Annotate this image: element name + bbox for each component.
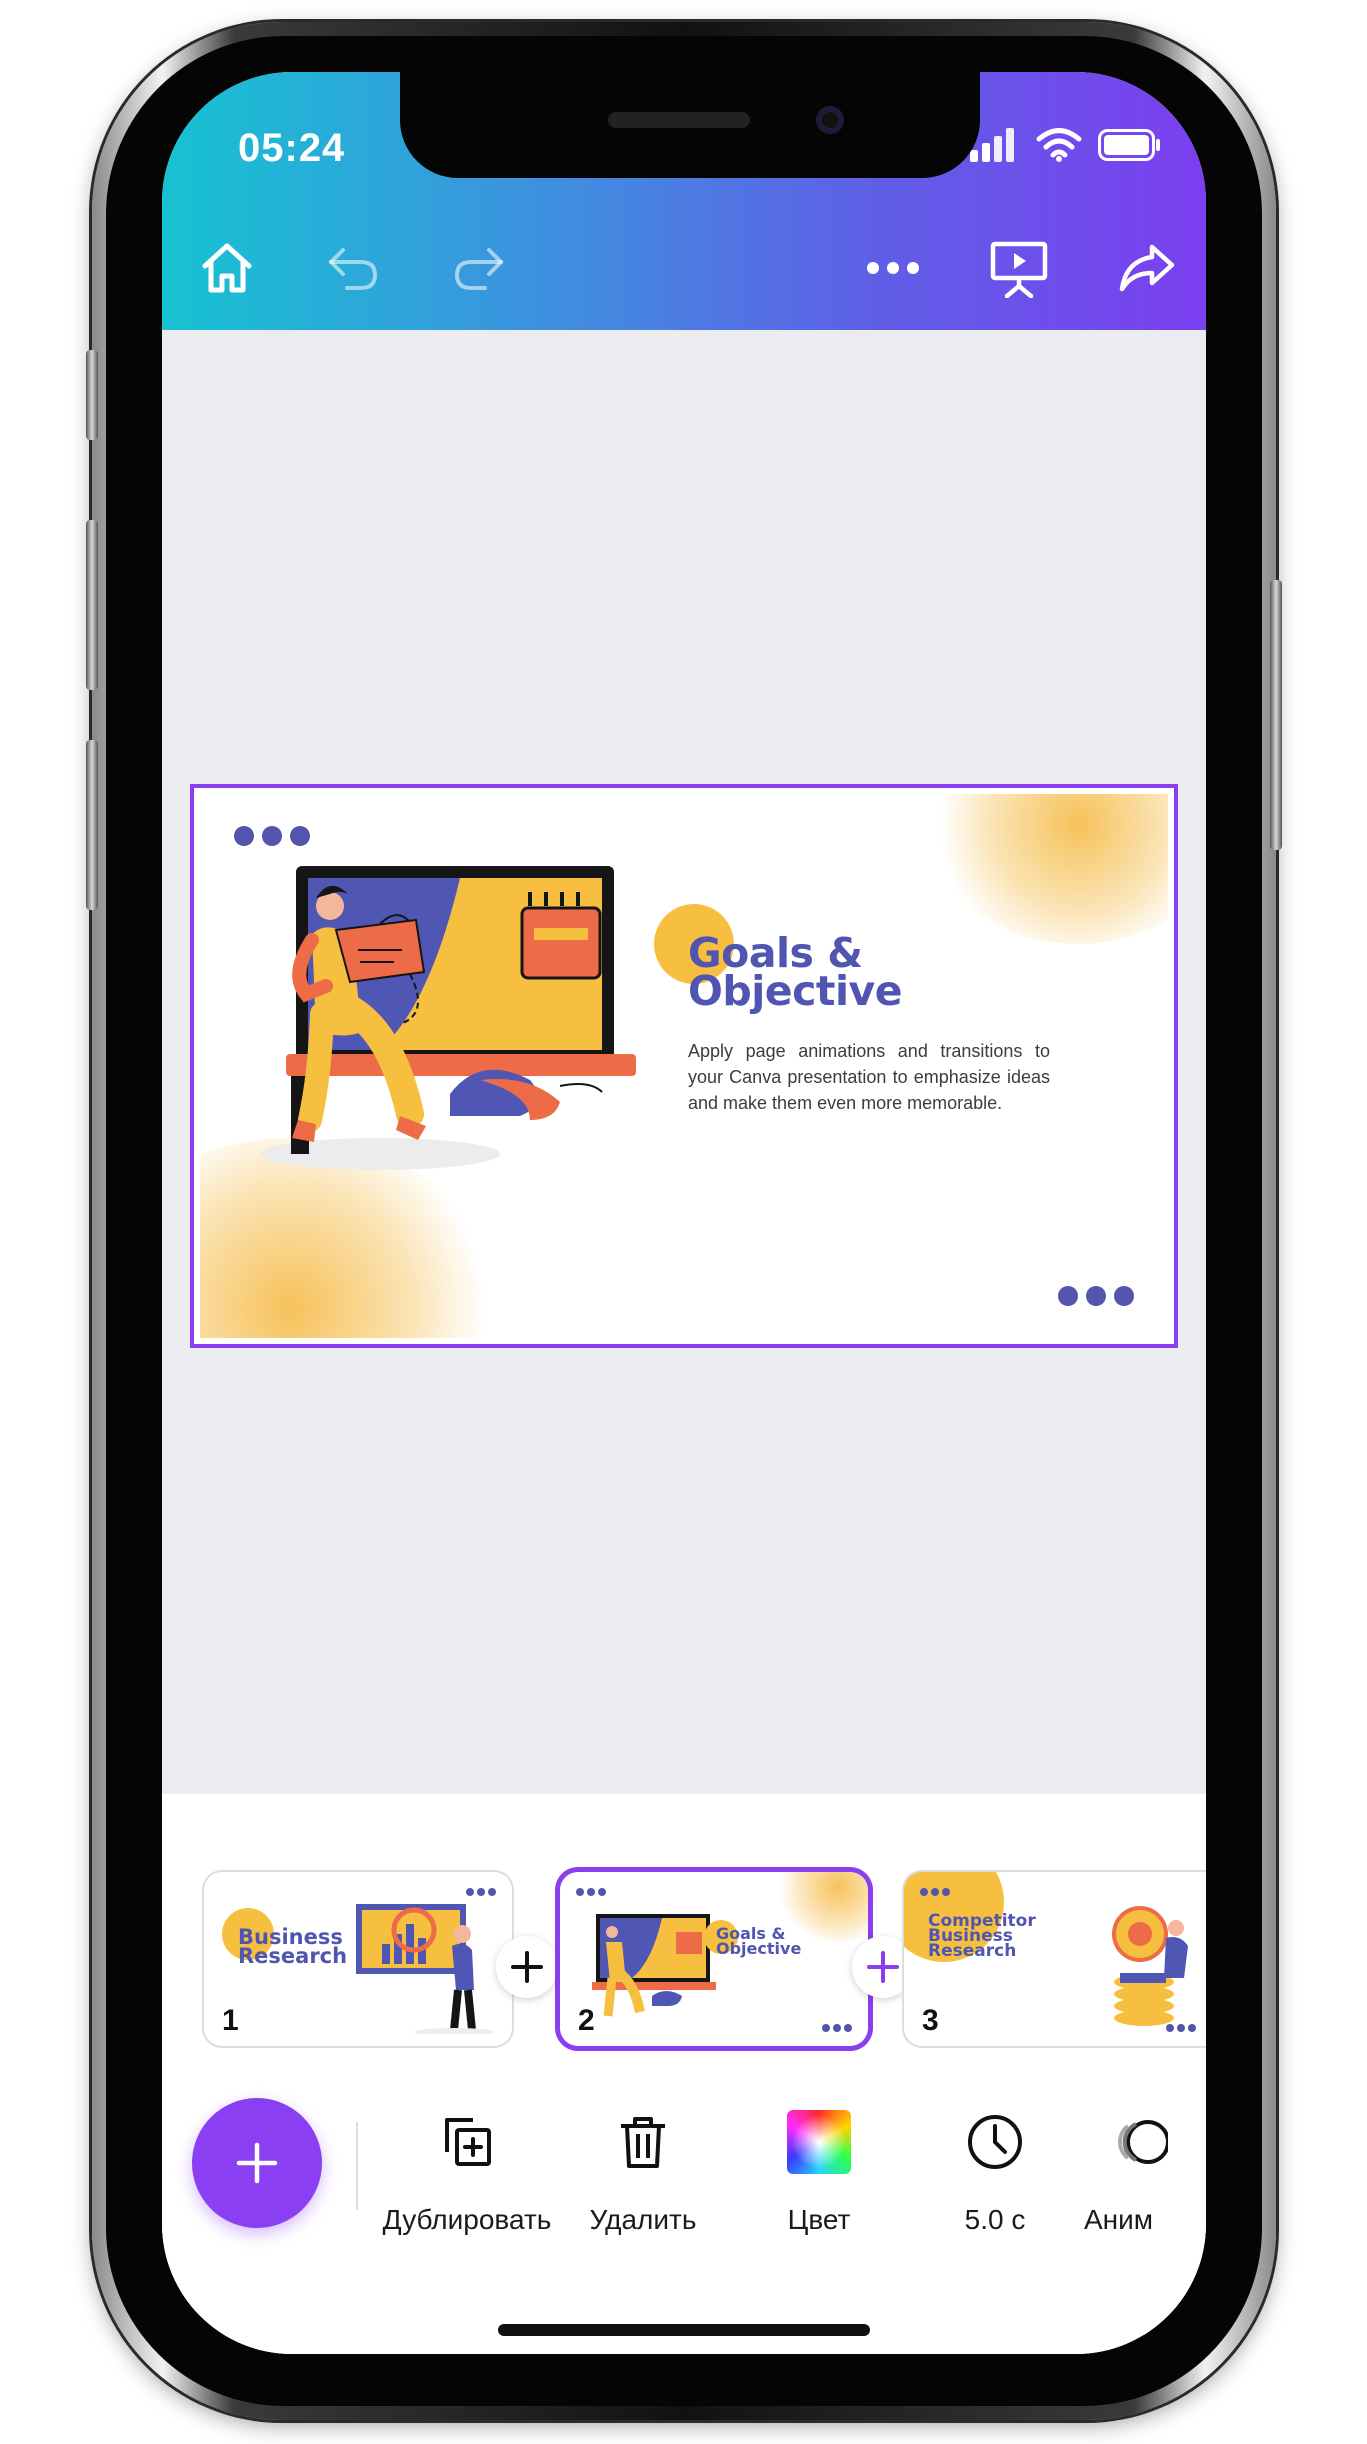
thumbnail-page-2[interactable]: Goals & Objective 2 (560, 1872, 868, 2046)
trash-icon (621, 2117, 665, 2168)
notch (400, 72, 980, 178)
slide-glow-top-right (928, 794, 1168, 944)
coins-illustration (1112, 1906, 1188, 2026)
app-screen: 05:24 Goals & Objective Apply page anima… (162, 72, 1206, 2354)
thumbnail-number: 1 (222, 2004, 239, 2037)
tool-icon-wrapper (963, 2110, 1027, 2174)
redo-icon (454, 248, 503, 290)
front-camera (816, 106, 844, 134)
home-button[interactable] (192, 228, 262, 308)
thumbnail-page-1[interactable]: Business Research 1 (204, 1872, 512, 2046)
slide-content: Goals & Objective Apply page animations … (200, 794, 1168, 1338)
top-app-bar: 05:24 (162, 72, 1206, 330)
tool-icon-wrapper (1106, 2110, 1170, 2174)
add-page-between-1-2-button[interactable] (496, 1936, 558, 1998)
thumb-dots (822, 2024, 852, 2032)
duration-button[interactable]: 5.0 с (900, 2110, 1090, 2236)
duplicate-label: Дублировать (382, 2204, 552, 2235)
home-icon (202, 243, 252, 293)
thumb-dots (920, 1888, 950, 1896)
color-label: Цвет (787, 2204, 851, 2235)
duplicate-icon (445, 2118, 491, 2166)
more-options-button[interactable] (858, 228, 928, 308)
power-button (1270, 580, 1282, 850)
research-illustration (356, 1904, 494, 2034)
thumbnail-title: Goals & Objective (716, 1924, 802, 1958)
volume-down-button (86, 740, 98, 910)
plus-icon (511, 1951, 543, 1983)
slide-dots-bottom (1058, 1286, 1134, 1306)
undo-icon (329, 248, 378, 290)
slide-title[interactable]: Goals & Objective (688, 933, 948, 1012)
redo-button[interactable] (444, 228, 514, 308)
bottom-toolbar: Дублировать Удалить Цвет 5.0 с Аним (162, 2084, 1206, 2354)
present-icon (990, 241, 1048, 298)
animate-label: Аним (1084, 2204, 1154, 2235)
share-button[interactable] (1112, 228, 1182, 308)
status-icons (970, 128, 1162, 162)
toolbar-divider (356, 2122, 358, 2210)
delete-button[interactable]: Удалить (548, 2110, 738, 2236)
delete-label: Удалить (589, 2204, 697, 2235)
color-swatch-icon (787, 2110, 851, 2174)
thumb-dots (1166, 2024, 1196, 2032)
color-button[interactable]: Цвет (724, 2110, 914, 2236)
tool-icon-wrapper (787, 2110, 851, 2174)
add-element-button[interactable] (192, 2098, 322, 2228)
thumbnail-title: Competitor Business Research (928, 1911, 1036, 1961)
animate-button[interactable]: Аним (1084, 2110, 1206, 2236)
thumbnail-page-3[interactable]: Competitor Business Research 3 (904, 1872, 1206, 2046)
page-thumbnails-strip[interactable]: Business Research 1 Goals & Objective 2 … (162, 1794, 1206, 2084)
slide-dots-top (234, 826, 310, 846)
slide-body-text[interactable]: Apply page animations and transitions to… (688, 1038, 1050, 1116)
plus-icon (236, 2142, 278, 2184)
selected-slide[interactable]: Goals & Objective Apply page animations … (190, 784, 1178, 1348)
duration-label: 5.0 с (964, 2204, 1026, 2235)
presenter-illustration (260, 866, 636, 1170)
status-time: 05:24 (238, 126, 346, 170)
animate-icon (1118, 2120, 1168, 2164)
home-indicator[interactable] (498, 2324, 870, 2336)
duplicate-button[interactable]: Дублировать (372, 2110, 562, 2236)
mute-switch (86, 350, 98, 440)
present-button[interactable] (984, 228, 1054, 308)
volume-up-button (86, 520, 98, 690)
thumbnail-number: 2 (578, 2004, 595, 2037)
wifi-icon (1036, 128, 1082, 162)
share-icon (1119, 244, 1175, 292)
battery-icon (1098, 129, 1160, 161)
editor-canvas[interactable]: Goals & Objective Apply page animations … (162, 330, 1206, 1794)
thumb-dots (576, 1888, 606, 1896)
tool-icon-wrapper (435, 2110, 499, 2174)
tool-icon-wrapper (611, 2110, 675, 2174)
plus-icon (867, 1951, 899, 1983)
thumbnail-number: 3 (922, 2004, 939, 2037)
presenter-illustration-small (592, 1914, 716, 2017)
undo-button[interactable] (318, 228, 388, 308)
more-icon (867, 262, 919, 274)
clock-icon (968, 2115, 1022, 2169)
speaker (608, 112, 750, 128)
